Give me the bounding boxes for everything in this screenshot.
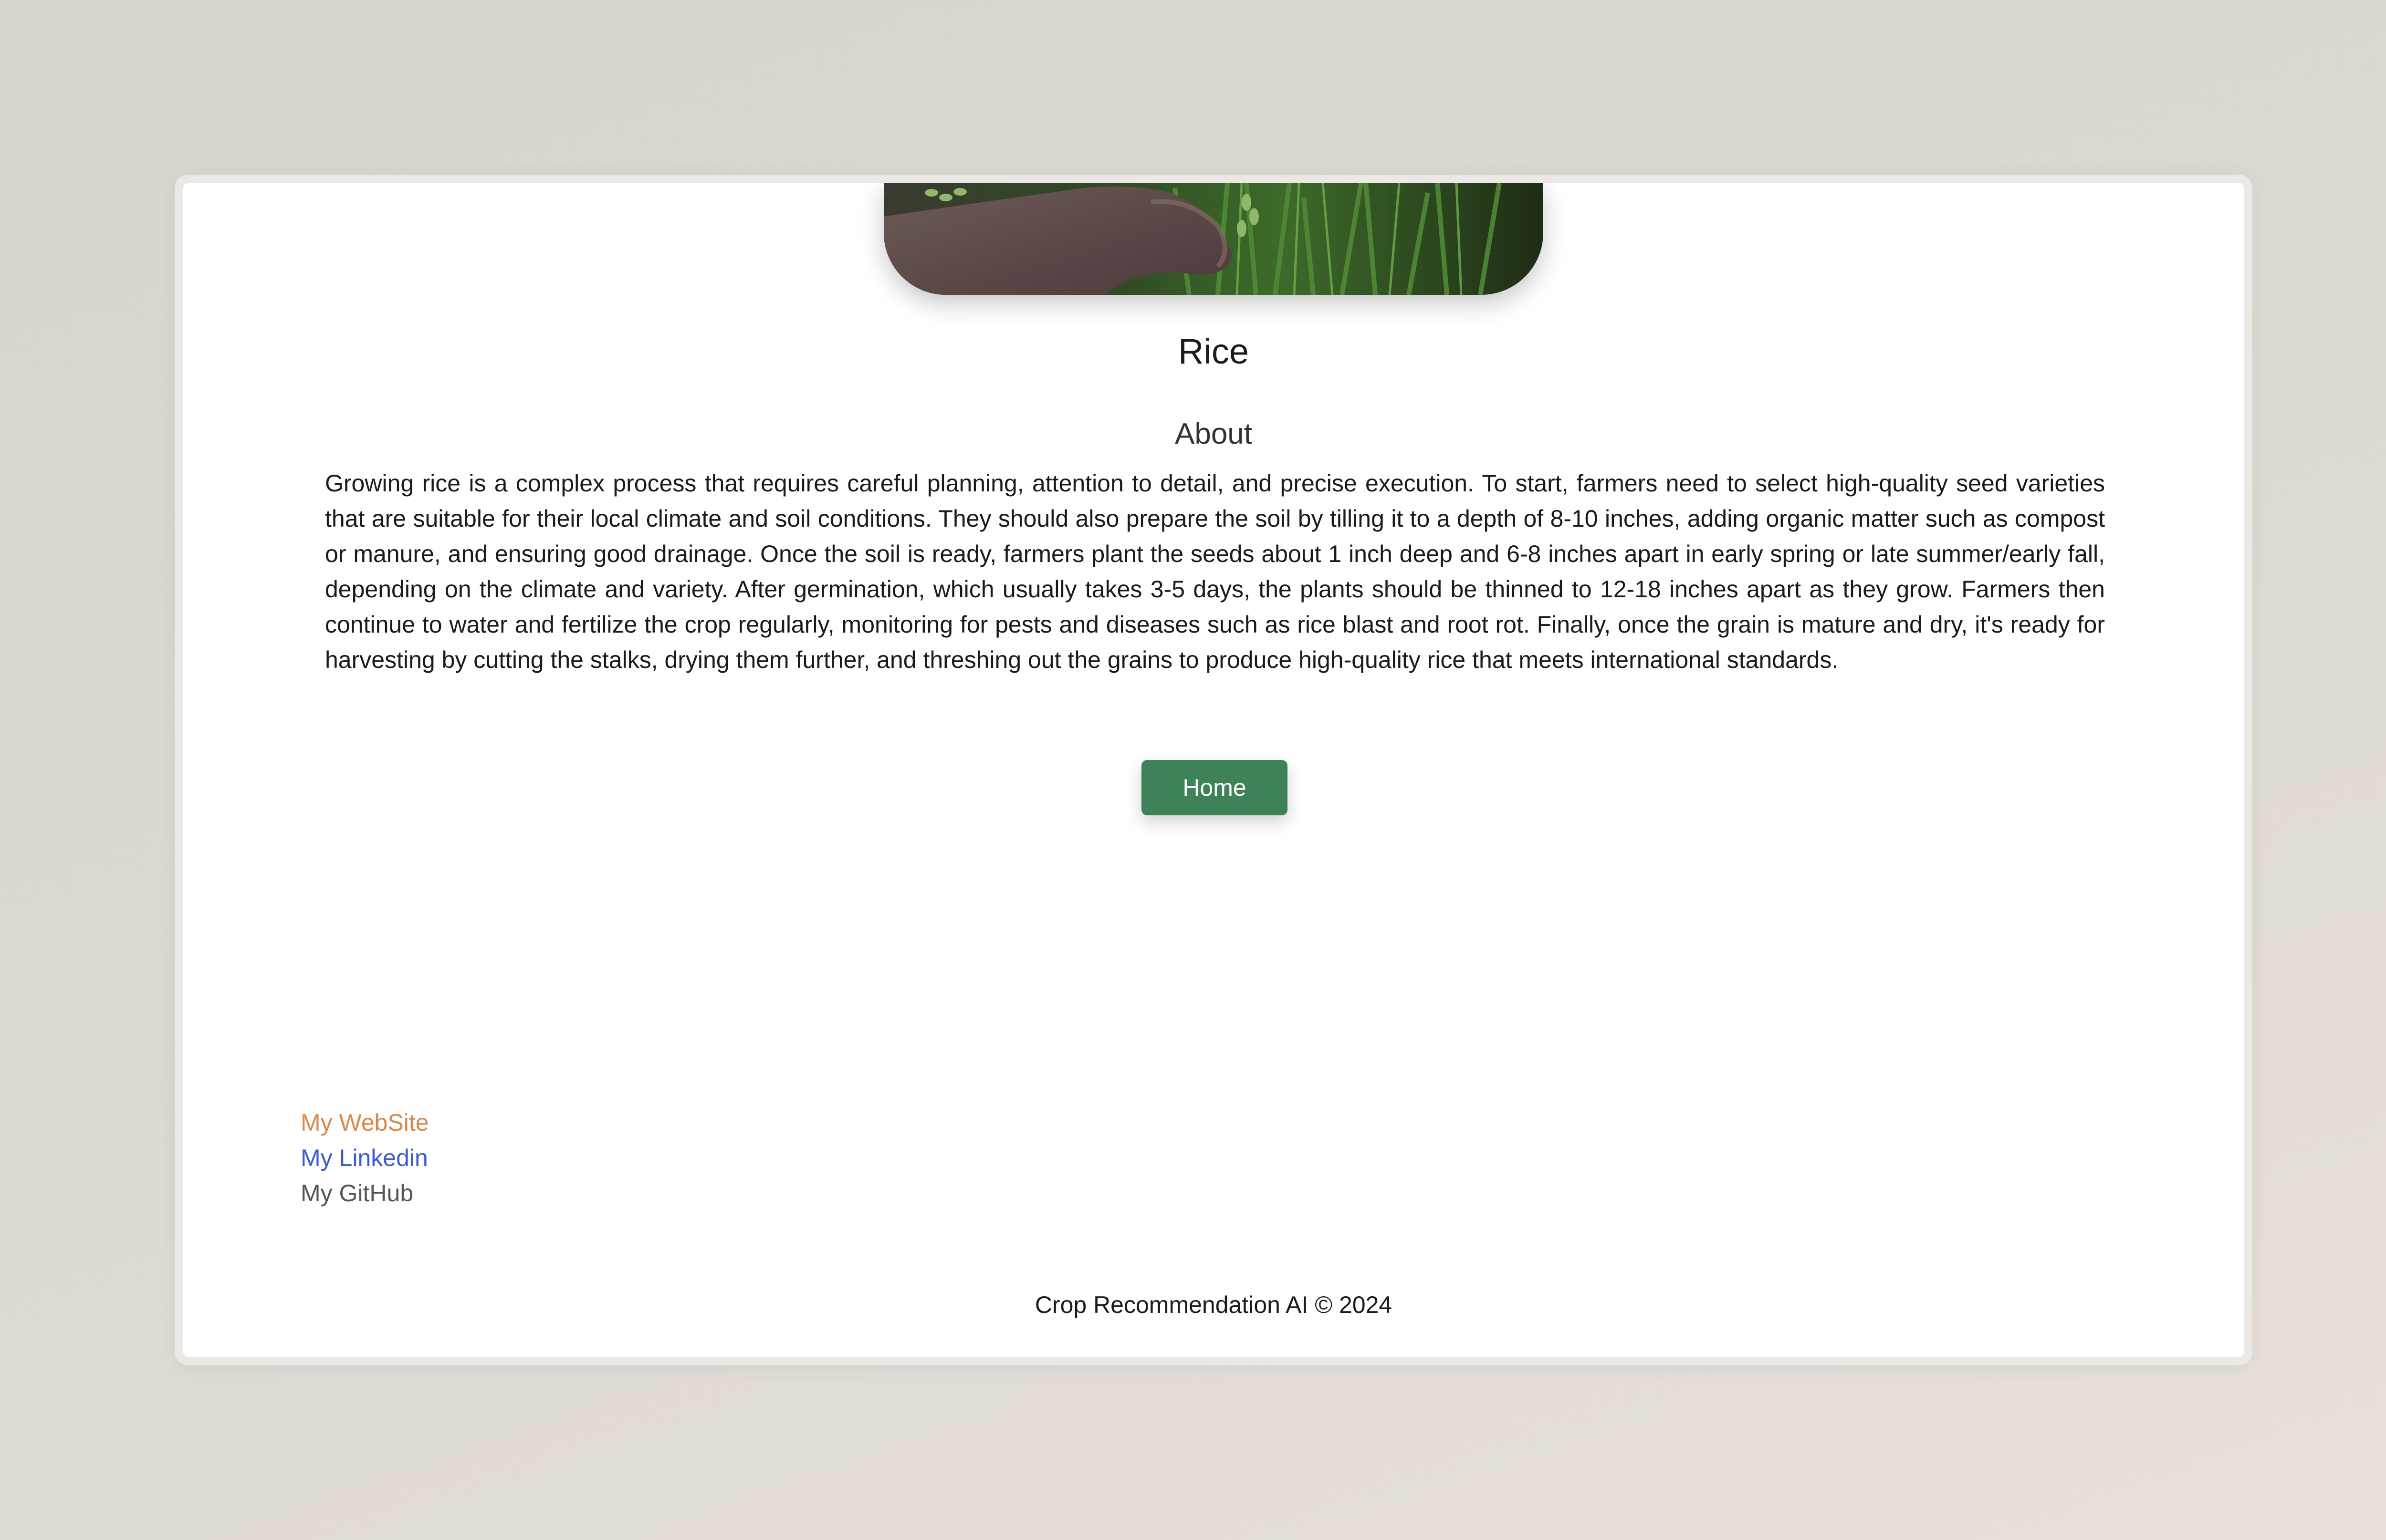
footer-copyright: Crop Recommendation AI © 2024	[1035, 1291, 1392, 1318]
page-title: Rice	[1178, 332, 1249, 371]
hero-image	[884, 183, 1543, 295]
link-item-linkedin: My Linkedin	[301, 1140, 429, 1176]
footer-links: My WebSite My Linkedin My GitHub	[301, 1105, 429, 1211]
home-button[interactable]: Home	[1141, 760, 1287, 815]
about-description: Growing rice is a complex process that r…	[325, 470, 2105, 673]
my-github-link[interactable]: My GitHub	[301, 1180, 413, 1207]
about-heading: About	[1174, 417, 1253, 450]
crop-detail-card: Rice About Growing rice is a complex pro…	[183, 183, 2244, 1357]
link-item-website: My WebSite	[301, 1105, 429, 1140]
my-website-link[interactable]: My WebSite	[301, 1109, 429, 1136]
my-linkedin-link[interactable]: My Linkedin	[301, 1145, 428, 1171]
link-item-github: My GitHub	[301, 1176, 429, 1211]
app-window: Rice About Growing rice is a complex pro…	[175, 175, 2252, 1365]
